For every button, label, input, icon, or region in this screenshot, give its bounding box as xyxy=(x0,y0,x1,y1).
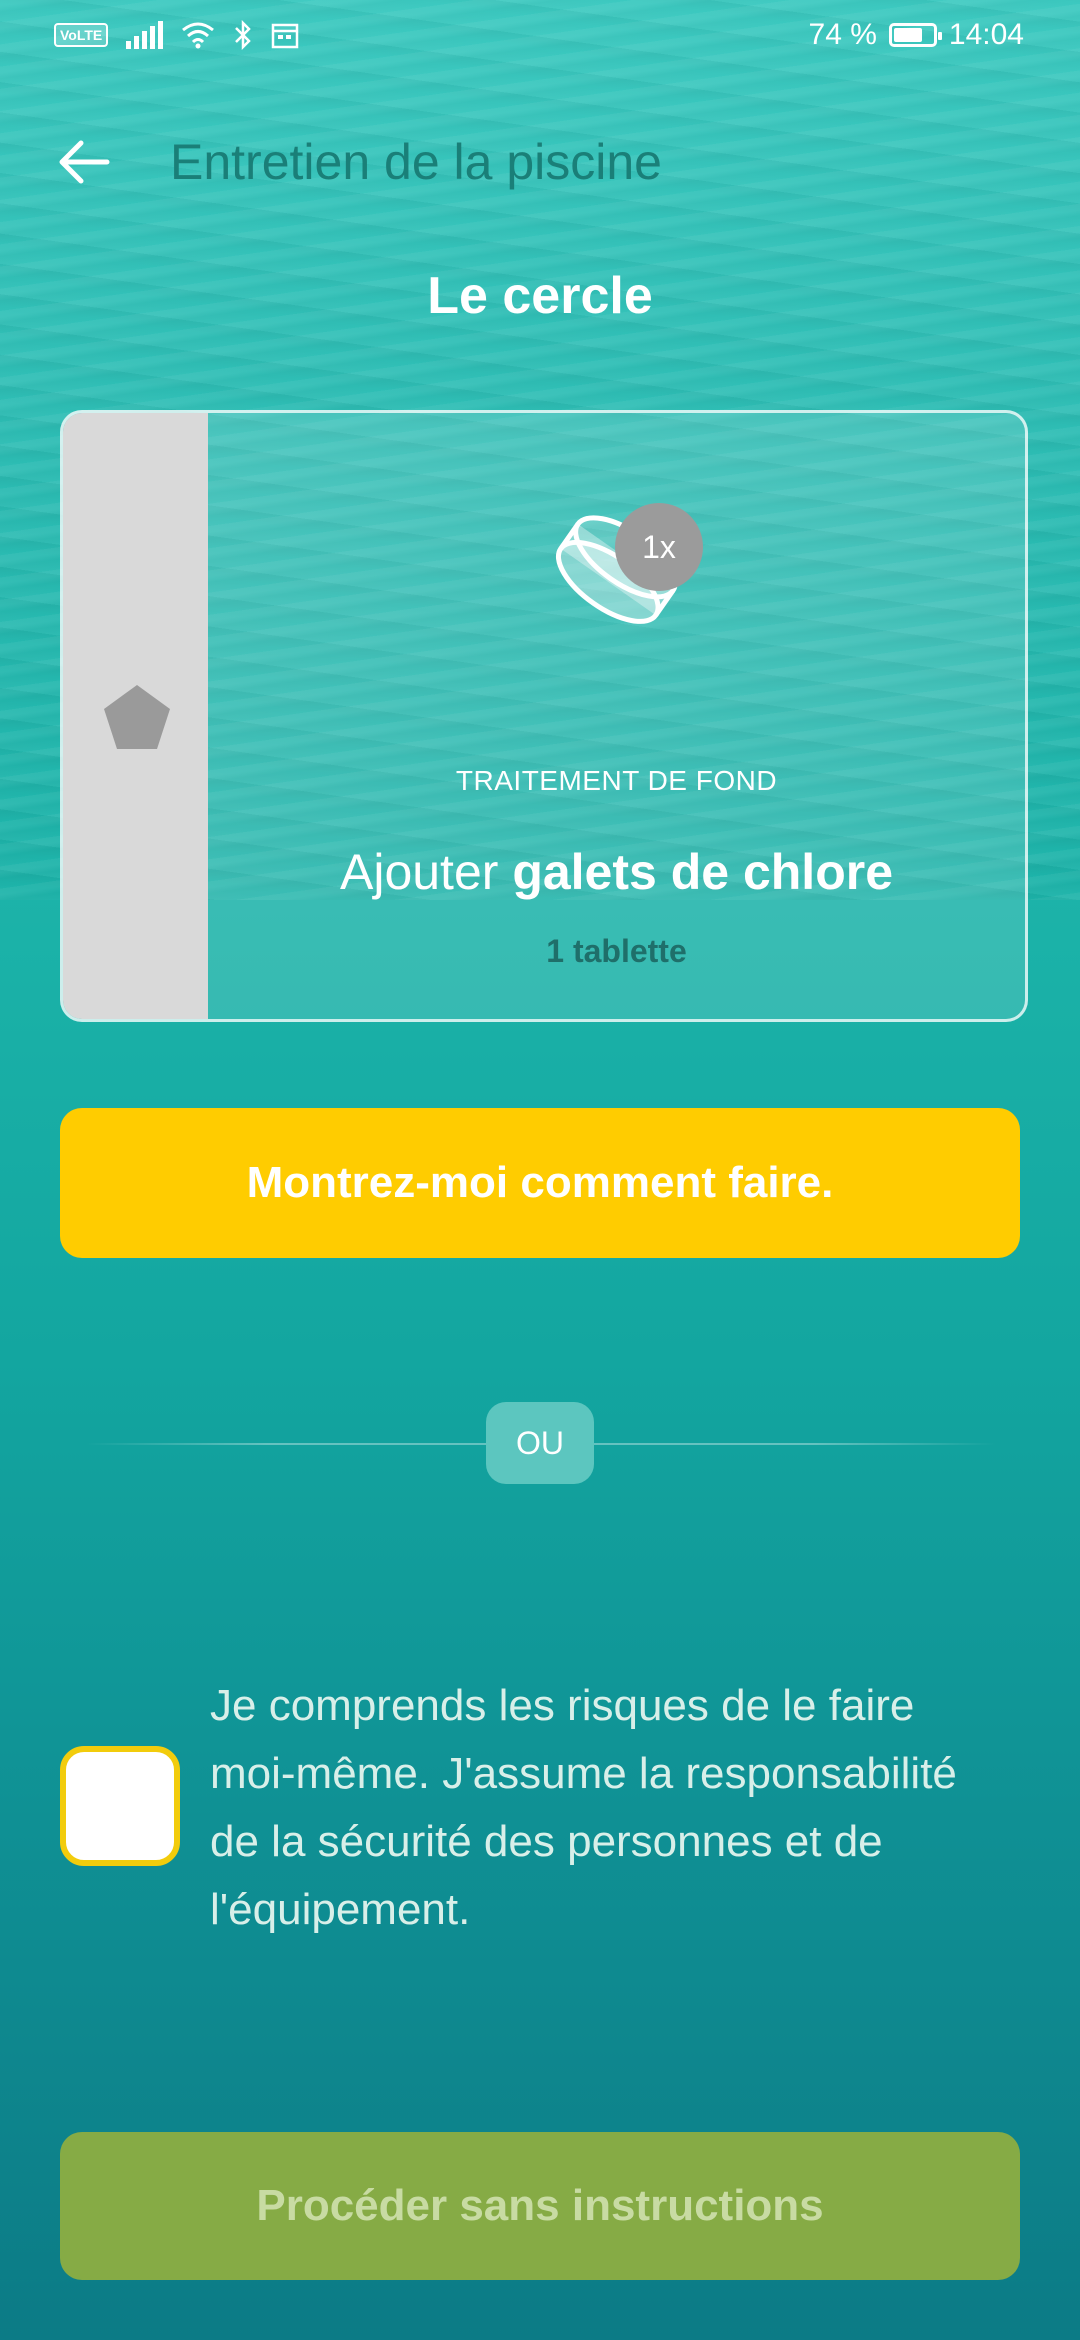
step-card: 1x TRAITEMENT DE FOND Ajouter galets de … xyxy=(60,410,1028,1022)
consent-text: Je comprends les risques de le faire moi… xyxy=(210,1681,957,1934)
or-divider-label: OU xyxy=(486,1402,594,1484)
quantity-badge: 1x xyxy=(615,503,703,591)
step-quantity: 1 tablette xyxy=(546,933,687,969)
consent-checkbox[interactable] xyxy=(60,1746,180,1866)
battery-level xyxy=(893,28,922,42)
pentagon-icon xyxy=(104,685,170,749)
arrow-left-icon xyxy=(59,140,110,184)
calendar-icon xyxy=(272,23,299,49)
page-title: Entretien de la piscine xyxy=(170,134,662,190)
back-button[interactable] xyxy=(52,130,116,194)
bluetooth-icon xyxy=(235,20,252,50)
action-product: galets de chlore xyxy=(512,844,894,900)
signal-icon xyxy=(126,21,164,49)
action-prefix: Ajouter xyxy=(339,844,513,900)
battery-icon xyxy=(888,23,942,47)
show-me-how-button[interactable]: Montrez-moi comment faire. xyxy=(60,1108,1020,1258)
step-action: Ajouter galets de chlore xyxy=(208,843,1025,901)
battery-percent: 74 % xyxy=(808,18,877,51)
section-title: Le cercle xyxy=(427,267,653,325)
wifi-icon xyxy=(182,22,215,49)
volte-icon: VoLTE xyxy=(54,23,109,47)
proceed-without-instructions-button[interactable]: Procéder sans instructions xyxy=(60,2132,1020,2280)
card-side-rail xyxy=(63,413,208,1019)
status-bar: VoLTE 74 % 14:04 xyxy=(0,0,1080,76)
treatment-category: TRAITEMENT DE FOND xyxy=(455,765,778,796)
clock: 14:04 xyxy=(948,18,1024,51)
